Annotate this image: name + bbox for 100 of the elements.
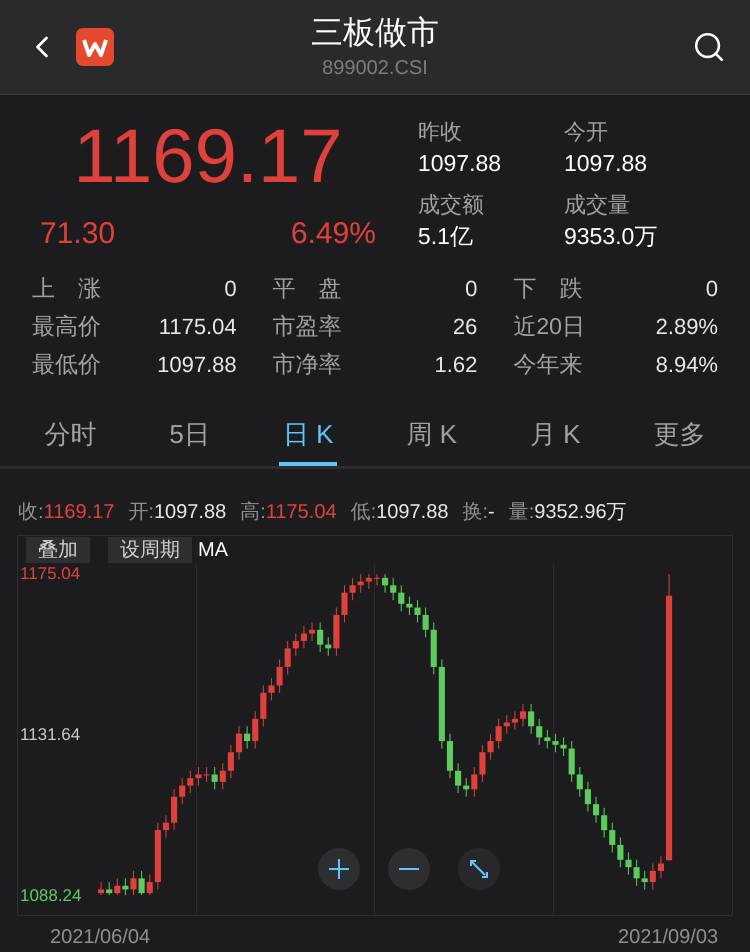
candle <box>609 822 616 853</box>
candle <box>292 633 299 656</box>
y-axis-label: 1131.64 <box>20 725 80 745</box>
candle <box>528 703 534 734</box>
expand-icon <box>469 859 489 879</box>
stat-value: 8.94% <box>656 350 718 378</box>
toolbar-button[interactable]: 叠加 <box>26 537 90 563</box>
stat-value: 1097.88 <box>418 149 502 178</box>
candle <box>203 766 210 782</box>
stat-value: 26 <box>452 312 478 340</box>
stat-label: 成交额 <box>418 190 485 218</box>
candle <box>308 622 316 642</box>
candle <box>220 762 226 790</box>
candle <box>568 740 575 782</box>
stat-value: 5.1亿 <box>418 222 474 250</box>
stat-value: 1097.88 <box>564 149 648 178</box>
candle <box>300 626 307 649</box>
candle <box>560 736 567 756</box>
candle <box>650 863 656 890</box>
stat-value: 0 <box>224 274 237 302</box>
candle <box>106 882 112 896</box>
candle <box>374 574 380 586</box>
candle <box>325 636 332 656</box>
x-axis-label: 2021/06/04 <box>50 925 150 950</box>
stat-value: 0 <box>706 274 718 302</box>
candle <box>617 837 624 868</box>
candle <box>520 703 526 727</box>
expand-button[interactable] <box>458 848 500 890</box>
candle <box>358 574 364 594</box>
candle <box>252 710 258 749</box>
candle <box>114 878 120 896</box>
x-axis-label: 2021/09/03 <box>618 925 718 950</box>
candle <box>625 852 632 876</box>
change-value: 71.30 <box>40 216 116 252</box>
app-logo-icon[interactable] <box>76 28 114 66</box>
candle <box>406 596 412 616</box>
zoom-out-button[interactable] <box>388 848 430 890</box>
kline-info: 开:1097.88 <box>128 500 226 525</box>
kline-info: 量:9352.96万 <box>508 500 627 525</box>
candle <box>236 726 242 760</box>
stat-label: 今开 <box>564 118 609 146</box>
candle <box>195 766 202 786</box>
stat-label: 昨收 <box>418 118 463 146</box>
candle <box>276 658 283 694</box>
candle <box>382 574 388 594</box>
candle <box>138 870 145 896</box>
candle <box>333 607 340 656</box>
stat-label: 最低价 <box>32 350 101 379</box>
candle <box>162 814 170 838</box>
candle <box>592 796 600 824</box>
candle <box>463 778 470 798</box>
period-tab[interactable]: 周 K <box>402 406 461 466</box>
y-axis-label: 1175.04 <box>20 564 80 584</box>
candle <box>584 781 591 812</box>
stock-code: 899002.CSI <box>322 56 428 81</box>
candle <box>398 584 404 612</box>
candle <box>187 770 194 794</box>
candle <box>446 733 454 779</box>
zoom-in-button[interactable] <box>318 848 360 890</box>
candle <box>341 584 348 623</box>
candle <box>658 856 664 879</box>
stat-label: 成交量 <box>564 190 631 218</box>
candle <box>430 622 437 675</box>
kline-info: 收:1169.17 <box>18 500 114 525</box>
period-tab[interactable]: 更多 <box>649 406 710 466</box>
stat-label: 市盈率 <box>272 312 342 341</box>
candle <box>512 710 518 730</box>
stat-label: 市净率 <box>272 350 342 379</box>
kline-info: 高:1175.04 <box>240 500 337 525</box>
search-icon[interactable] <box>692 30 726 64</box>
indicator-label: MA <box>198 538 228 563</box>
price: 1169.17 <box>73 117 342 197</box>
candle <box>487 733 494 760</box>
change-percent: 6.49% <box>290 216 376 252</box>
plus-icon <box>329 859 349 879</box>
stat-label: 平 盘 <box>272 274 342 303</box>
candle <box>244 726 250 749</box>
candle <box>601 807 608 838</box>
stat-label: 下 跌 <box>513 274 582 303</box>
candle <box>350 577 356 601</box>
candle <box>544 729 550 749</box>
period-tab[interactable]: 月 K <box>526 406 584 466</box>
stock-name: 三板做市 <box>311 13 439 52</box>
candle <box>366 574 372 590</box>
candle <box>146 874 153 896</box>
stat-label: 今年来 <box>513 350 582 379</box>
candle <box>130 870 137 896</box>
candle <box>642 870 648 890</box>
candle <box>179 778 186 805</box>
period-tab[interactable]: 5日 <box>165 406 214 466</box>
stat-label: 上 涨 <box>32 274 101 303</box>
stat-value: 9353.0万 <box>564 222 658 250</box>
candle <box>98 882 104 896</box>
kline-info: 换:- <box>462 500 495 525</box>
candle <box>268 678 275 701</box>
candle <box>154 822 161 890</box>
candle <box>228 744 234 779</box>
toolbar-button[interactable]: 设周期 <box>108 537 192 563</box>
candle <box>552 733 559 753</box>
period-tab[interactable]: 分时 <box>40 406 100 466</box>
